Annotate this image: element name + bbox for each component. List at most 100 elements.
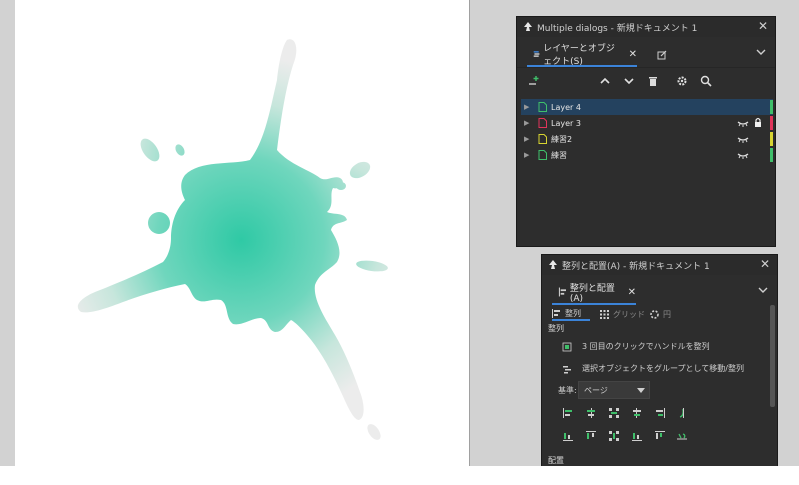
close-icon[interactable]: ✕ [757, 20, 769, 32]
align-left-to-right-icon[interactable] [585, 407, 597, 419]
dialog-titlebar[interactable]: 整列と配置(A) - 新規ドキュメント 1 ✕ [542, 255, 777, 275]
close-tab-icon[interactable]: ✕ [628, 287, 636, 298]
layer-row[interactable]: ▶ Layer 4 [521, 99, 773, 115]
align-center-vertical-icon[interactable] [608, 430, 620, 442]
status-area [0, 466, 799, 485]
subtab-align[interactable]: 整列 [552, 307, 590, 321]
dialog-tabbar: レイヤーとオブジェクト(S) ✕ [517, 37, 775, 67]
splat-shapes [77, 39, 388, 440]
layer-icon [538, 102, 547, 112]
section-align-heading: 整列 [548, 324, 564, 333]
layer-icon [538, 150, 547, 160]
dropdown-caret-icon [637, 388, 645, 393]
subtab-label: グリッド [613, 309, 645, 319]
layer-color-swatch [770, 148, 773, 162]
align-left-edges-icon[interactable] [562, 407, 574, 419]
layers-objects-dialog[interactable]: Multiple dialogs - 新規ドキュメント 1 ✕ レイヤーとオブジ… [516, 16, 776, 247]
option-label: 3 回目のクリックでハンドルを整列 [582, 342, 710, 351]
add-layer-icon [529, 76, 539, 85]
group-align-icon [563, 365, 571, 373]
layer-color-swatch [770, 100, 773, 114]
align-text-baseline-icon[interactable] [676, 407, 688, 419]
raise-button[interactable] [598, 74, 612, 88]
canvas-gutter [0, 0, 15, 466]
expand-arrow-icon[interactable]: ▶ [524, 103, 532, 111]
search-icon [700, 75, 712, 87]
tab-edit[interactable] [657, 43, 677, 67]
close-icon[interactable]: ✕ [759, 258, 771, 270]
expand-arrow-icon[interactable]: ▶ [524, 151, 532, 159]
layers-icon [533, 51, 540, 57]
chevron-down-icon[interactable] [757, 284, 769, 296]
layers-toolbar [517, 67, 775, 94]
relative-to-value: ページ [584, 385, 608, 395]
dialog-title: Multiple dialogs - 新規ドキュメント 1 [537, 23, 698, 34]
chevron-down-icon [624, 78, 634, 85]
layer-row[interactable]: ▶ 練習2 [521, 131, 773, 147]
edit-icon [657, 50, 667, 60]
align-top-to-bottom-icon[interactable] [654, 430, 666, 442]
expand-arrow-icon[interactable]: ▶ [524, 135, 532, 143]
inkscape-icon [549, 260, 557, 269]
delete-button[interactable] [646, 74, 660, 88]
dialog-tabbar: 整列と配置(A) ✕ [542, 275, 777, 305]
layer-icon [538, 134, 547, 144]
layer-color-swatch [770, 132, 773, 146]
dialog-title: 整列と配置(A) - 新規ドキュメント 1 [562, 261, 710, 272]
hidden-eye-icon[interactable] [737, 118, 749, 128]
subtab-label: 整列 [565, 308, 581, 318]
move-as-group-option[interactable]: 選択オブジェクトをグループとして移動/整列 [562, 363, 744, 374]
layer-name: 練習 [551, 150, 567, 160]
settings-button[interactable] [675, 74, 689, 88]
align-baseline-vertical-icon[interactable] [676, 430, 688, 442]
document-page[interactable] [15, 0, 470, 466]
relative-to-label: 基準: [558, 386, 577, 395]
align-right-to-left-icon[interactable] [631, 407, 643, 419]
add-layer-button[interactable] [527, 74, 541, 88]
layer-row[interactable]: ▶ Layer 3 [521, 115, 773, 131]
hidden-eye-icon[interactable] [737, 134, 749, 144]
handle-align-icon [562, 342, 572, 351]
lower-button[interactable] [622, 74, 636, 88]
tab-label: 整列と配置(A) [569, 283, 615, 304]
close-tab-icon[interactable]: ✕ [629, 49, 637, 60]
paint-splat-artwork[interactable] [15, 0, 470, 466]
align-center-horizontal-icon[interactable] [608, 407, 620, 419]
subtab-circle[interactable]: 円 [650, 307, 671, 321]
align-bottom-edges-icon[interactable] [631, 430, 643, 442]
align-top-edges-icon[interactable] [585, 430, 597, 442]
align-distribute-dialog[interactable]: 整列と配置(A) - 新規ドキュメント 1 ✕ 整列と配置(A) ✕ 整列 グリ… [541, 254, 778, 466]
dialog-titlebar[interactable]: Multiple dialogs - 新規ドキュメント 1 ✕ [517, 17, 775, 37]
page-border [469, 0, 470, 466]
gear-icon [677, 76, 687, 86]
search-button[interactable] [699, 74, 713, 88]
circle-arrange-icon [650, 309, 659, 319]
relative-to-select[interactable]: ページ [578, 381, 650, 399]
hidden-eye-icon[interactable] [737, 150, 749, 160]
layer-name: Layer 4 [551, 102, 581, 112]
subtab-grid[interactable]: グリッド [600, 307, 645, 321]
layer-row[interactable]: ▶ 練習 [521, 147, 773, 163]
section-distribute-heading: 配置 [548, 456, 564, 465]
scrollbar[interactable] [770, 305, 775, 407]
trash-icon [649, 77, 657, 86]
inkscape-icon [524, 22, 532, 31]
align-icon [558, 287, 567, 297]
align-left-icon [552, 308, 560, 318]
tab-layers-objects[interactable]: レイヤーとオブジェクト(S) ✕ [527, 43, 637, 67]
layer-color-swatch [770, 116, 773, 130]
align-right-edges-icon[interactable] [654, 407, 666, 419]
option-label: 選択オブジェクトをグループとして移動/整列 [582, 364, 744, 373]
grid-icon [600, 309, 609, 319]
chevron-down-icon[interactable] [755, 46, 767, 58]
layer-icon [538, 118, 547, 128]
layer-list: ▶ Layer 4 ▶ Layer 3 ▶ 練習2 ▶ 練習 [521, 99, 773, 163]
lock-icon[interactable] [754, 117, 762, 128]
tab-label: レイヤーとオブジェクト(S) [543, 44, 615, 67]
expand-arrow-icon[interactable]: ▶ [524, 119, 532, 127]
align-bottom-to-top-icon[interactable] [562, 430, 574, 442]
tab-align-distribute[interactable]: 整列と配置(A) ✕ [552, 281, 636, 305]
layer-name: Layer 3 [551, 118, 581, 128]
chevron-up-icon [600, 77, 610, 84]
third-click-option[interactable]: 3 回目のクリックでハンドルを整列 [562, 341, 710, 352]
